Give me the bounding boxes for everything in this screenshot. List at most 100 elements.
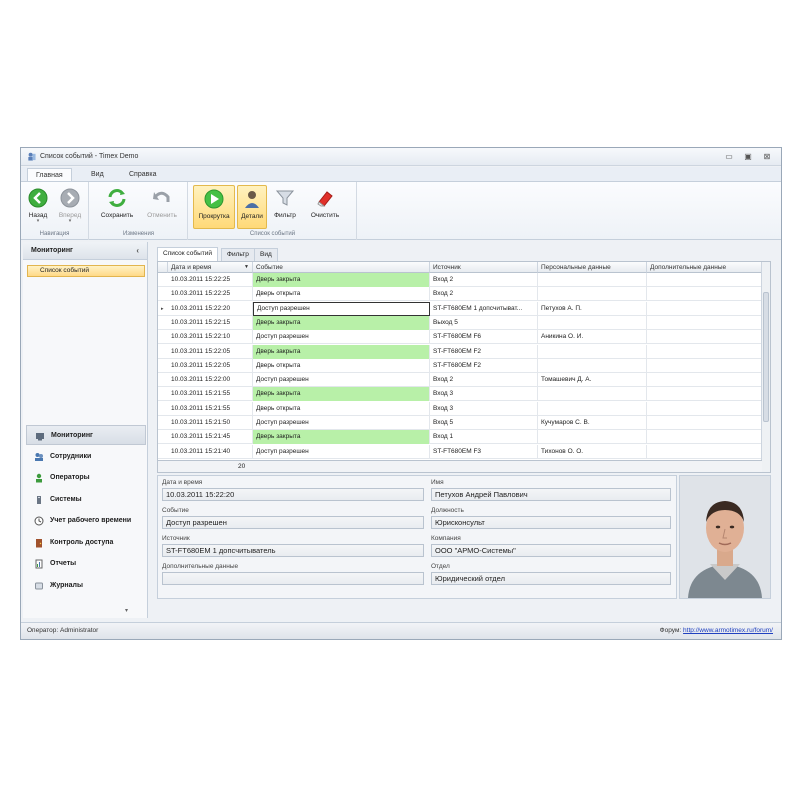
cell-extra[interactable] [647, 387, 762, 402]
tab-help[interactable]: Справка [121, 168, 164, 181]
minimize-button[interactable]: ▭ [723, 151, 735, 162]
tab-view-settings[interactable]: Вид [254, 248, 278, 261]
field-name[interactable]: Петухов Андрей Павлович [431, 488, 671, 501]
table-row[interactable]: 10.03.2011 15:22:05 Дверь открыта ST-FT680… [158, 358, 762, 373]
scrollbar-thumb[interactable] [763, 292, 769, 422]
nav-item-employees[interactable]: Сотрудники [26, 447, 146, 467]
field-extra[interactable] [162, 572, 424, 585]
cell-person[interactable] [538, 273, 647, 287]
cell-source[interactable]: Вход 2 [430, 273, 538, 287]
cell-person[interactable] [538, 430, 647, 445]
grid-vertical-scrollbar[interactable] [761, 262, 770, 472]
cell-extra[interactable] [647, 358, 762, 373]
cell-event[interactable]: Дверь открыта [253, 401, 430, 416]
cell-source[interactable]: Вход 3 [430, 387, 538, 402]
cell-person[interactable] [538, 315, 647, 330]
cell-source[interactable]: Вход 2 [430, 287, 538, 302]
sidebar-more-icon[interactable]: ▾ [125, 607, 128, 614]
clear-button[interactable]: Очистить [305, 185, 345, 229]
cell-event[interactable]: Доступ разрешен [253, 330, 430, 345]
cell-extra[interactable] [647, 273, 762, 287]
table-row[interactable]: 10.03.2011 15:21:45 Дверь закрыта Вход 1 [158, 430, 762, 445]
nav-item-operators[interactable]: Операторы [26, 468, 146, 488]
table-row[interactable]: 10.03.2011 15:21:50 Доступ разрешен Вход 5… [158, 416, 762, 430]
cell-event[interactable]: Доступ разрешен [253, 416, 430, 430]
back-button[interactable]: Назад ▾ [23, 185, 53, 229]
cell-datetime[interactable]: 10.03.2011 15:21:50 [168, 416, 253, 430]
cell-event[interactable]: Дверь закрыта [253, 430, 430, 445]
tab-filter[interactable]: Фильтр [221, 248, 255, 261]
nav-item-time-tracking[interactable]: Учет рабочего времени [26, 511, 146, 531]
cell-extra[interactable] [647, 287, 762, 302]
grid-header-extra[interactable]: Дополнительные данные [647, 262, 762, 273]
back-dropdown-icon[interactable]: ▾ [23, 219, 53, 224]
cell-event[interactable]: Дверь закрыта [253, 273, 430, 287]
cell-datetime[interactable]: 10.03.2011 15:21:55 [168, 387, 253, 402]
cell-extra[interactable] [647, 301, 762, 316]
cell-source[interactable]: ST-FT680EM F6 [430, 330, 538, 345]
forward-button[interactable]: Вперед ▾ [55, 185, 85, 229]
close-button[interactable]: ⊠ [761, 151, 773, 162]
cell-source[interactable]: Вход 2 [430, 373, 538, 388]
cell-datetime[interactable]: 10.03.2011 15:22:25 [168, 273, 253, 287]
cell-datetime[interactable]: 10.03.2011 15:21:45 [168, 430, 253, 445]
cell-extra[interactable] [647, 401, 762, 416]
cell-event[interactable]: Дверь открыта [253, 287, 430, 302]
cell-extra[interactable] [647, 330, 762, 345]
table-row[interactable]: ▸ 10.03.2011 15:22:20 Доступ разрешен ST-FT… [158, 301, 762, 316]
cell-person[interactable]: Томашевич Д. А. [538, 373, 647, 388]
nav-item-journals[interactable]: Журналы [26, 576, 146, 596]
cell-extra[interactable] [647, 416, 762, 430]
cell-source[interactable]: Вход 3 [430, 401, 538, 416]
scroll-button[interactable]: Прокрутка [193, 185, 235, 229]
cell-datetime[interactable]: 10.03.2011 15:21:40 [168, 444, 253, 459]
cell-event[interactable]: Доступ разрешен [253, 373, 430, 388]
grid-header-person[interactable]: Персональные данные [538, 262, 647, 273]
field-position[interactable]: Юрисконсульт [431, 516, 671, 529]
cell-person[interactable] [538, 358, 647, 373]
cell-datetime[interactable]: 10.03.2011 15:21:55 [168, 401, 253, 416]
table-row[interactable]: 10.03.2011 15:22:15 Дверь закрыта Выход 5 [158, 315, 762, 330]
cancel-button[interactable]: Отменить [142, 185, 182, 229]
cell-datetime[interactable]: 10.03.2011 15:22:05 [168, 358, 253, 373]
field-company[interactable]: ООО "АРМО-Системы" [431, 544, 671, 557]
cell-datetime[interactable]: 10.03.2011 15:22:00 [168, 373, 253, 388]
table-row[interactable]: 10.03.2011 15:21:55 Дверь открыта Вход 3 [158, 401, 762, 416]
filter-button[interactable]: Фильтр [269, 185, 301, 229]
nav-item-systems[interactable]: Системы [26, 490, 146, 510]
table-row[interactable]: 10.03.2011 15:21:40 Доступ разрешен ST-FT6… [158, 444, 762, 459]
cell-datetime[interactable]: 10.03.2011 15:22:25 [168, 287, 253, 302]
table-row[interactable]: 10.03.2011 15:22:00 Доступ разрешен Вход 2… [158, 373, 762, 388]
collapse-icon[interactable]: ‹ [136, 242, 139, 260]
cell-extra[interactable] [647, 373, 762, 388]
cell-event[interactable]: Дверь закрыта [253, 315, 430, 330]
grid-header-event[interactable]: Событие [253, 262, 430, 273]
cell-person[interactable]: Кучумаров С. В. [538, 416, 647, 430]
field-source[interactable]: ST-FT680EM 1 допсчитыватель [162, 544, 424, 557]
table-row[interactable]: 10.03.2011 15:22:25 Дверь закрыта Вход 2 [158, 273, 762, 287]
save-button[interactable]: Сохранить [96, 185, 138, 229]
tab-view[interactable]: Вид [83, 168, 112, 181]
cell-person[interactable] [538, 401, 647, 416]
cell-person[interactable] [538, 344, 647, 359]
cell-source[interactable]: ST-FT680EM F2 [430, 358, 538, 373]
cell-event[interactable]: Дверь открыта [253, 358, 430, 373]
cell-source[interactable]: ST-FT680EM 1 допсчитыват... [430, 301, 538, 316]
cell-event[interactable]: Доступ разрешен [253, 444, 430, 459]
forum-link[interactable]: http://www.armotimex.ru/forum/ [683, 627, 773, 634]
field-event[interactable]: Доступ разрешен [162, 516, 424, 529]
nav-item-reports[interactable]: Отчеты [26, 554, 146, 574]
cell-datetime[interactable]: 10.03.2011 15:22:10 [168, 330, 253, 345]
cell-person[interactable]: Петухов А. П. [538, 301, 647, 316]
cell-event[interactable]: Дверь закрыта [253, 387, 430, 402]
cell-event[interactable]: Доступ разрешен [253, 301, 430, 316]
field-datetime[interactable]: 10.03.2011 15:22:20 [162, 488, 424, 501]
cell-source[interactable]: ST-FT680EM F2 [430, 344, 538, 359]
cell-extra[interactable] [647, 444, 762, 459]
grid-header-datetime[interactable]: Дата и время ▼ [168, 262, 253, 273]
table-row[interactable]: 10.03.2011 15:21:55 Дверь закрыта Вход 3 [158, 387, 762, 402]
cell-source[interactable]: Вход 5 [430, 416, 538, 430]
cell-datetime[interactable]: 10.03.2011 15:22:15 [168, 315, 253, 330]
forward-dropdown-icon[interactable]: ▾ [55, 219, 85, 224]
table-row[interactable]: 10.03.2011 15:22:25 Дверь открыта Вход 2 [158, 287, 762, 302]
